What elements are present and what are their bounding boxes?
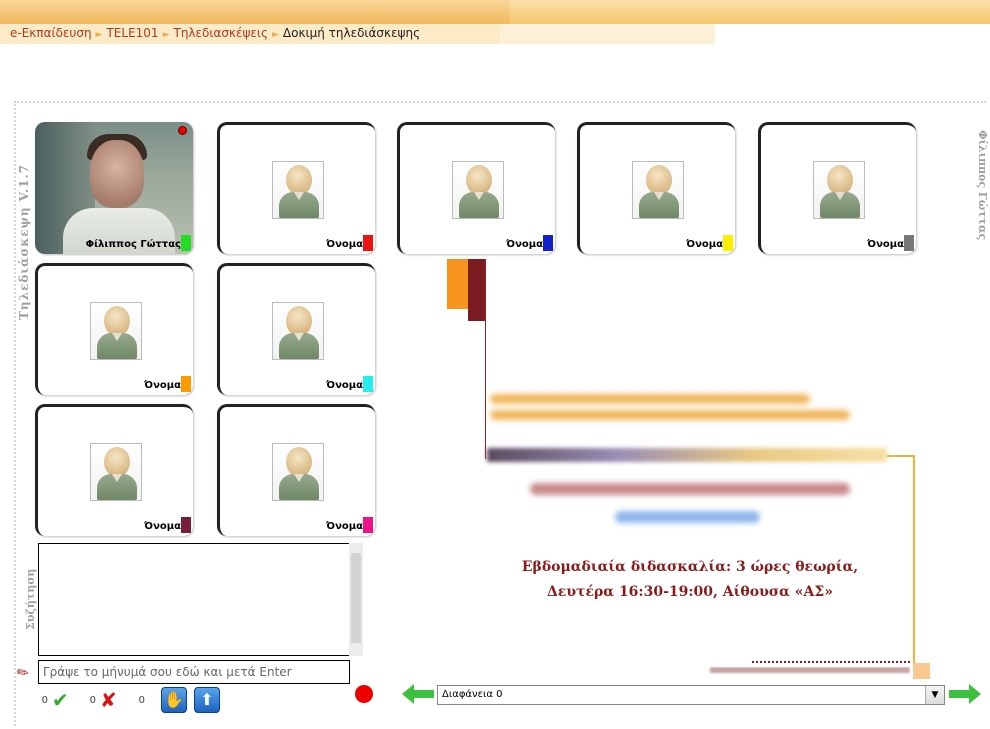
slide-frame-top xyxy=(887,455,914,457)
participant-name: Όνομα xyxy=(144,521,181,532)
slide-author-blurred xyxy=(530,483,850,495)
slide-text-line: Δευτέρα 16:30-19:00, Αίθουσα «ΑΣ» xyxy=(546,584,834,600)
slide-select[interactable]: Διαφάνεια 0 xyxy=(437,685,945,705)
avatar-placeholder-icon xyxy=(813,161,865,219)
next-slide-button[interactable] xyxy=(949,684,981,704)
avatar-placeholder-icon xyxy=(452,161,504,219)
slide-accent-dark xyxy=(468,259,486,321)
participant-name: Όνομα xyxy=(867,239,904,250)
slide-footer-rule xyxy=(752,661,910,665)
participant-name: Όνομα xyxy=(326,239,363,250)
conference-page: { "breadcrumb": { "items": ["e-Εκπαίδευσ… xyxy=(0,0,990,729)
avatar-placeholder-icon xyxy=(632,161,684,219)
participant-color-swatch xyxy=(181,517,191,533)
check-icon[interactable]: ✔ xyxy=(52,688,69,712)
arrow-left-icon xyxy=(402,684,414,704)
upload-button[interactable]: ⬆ xyxy=(194,687,220,713)
participant-color-swatch xyxy=(363,376,373,392)
participant-name: Όνομα xyxy=(326,521,363,532)
breadcrumb-bar-fade xyxy=(500,24,715,44)
avatar-placeholder-icon xyxy=(90,443,142,501)
slide-link-blurred xyxy=(615,511,760,523)
no-counter: 0 xyxy=(131,688,149,712)
slide-select-value: Διαφάνεια 0 xyxy=(442,689,503,700)
video-tile[interactable]: Όνομα xyxy=(577,122,735,254)
breadcrumb-current: Δοκιμή τηλεδιάσκεψης xyxy=(282,26,421,40)
slide-rule xyxy=(485,259,486,459)
avatar-placeholder-icon xyxy=(272,302,324,360)
participant-name: Όνομα xyxy=(506,239,543,250)
slide-title-blurred xyxy=(490,388,850,432)
participant-color-swatch xyxy=(723,235,733,251)
breadcrumb: e-Εκπαίδευση ► TELE101 ► Τηλεδιασκέψεις ► Δοκι… xyxy=(10,26,420,40)
app-title: Τηλεδιάσκεψη V.1.7 xyxy=(17,163,31,320)
video-tile[interactable]: Όνομα xyxy=(35,404,193,536)
participant-name: Φίλιππος Γώττας xyxy=(85,239,181,250)
video-tile[interactable]: Όνομα xyxy=(35,263,193,395)
avatar-placeholder-icon xyxy=(272,443,324,501)
breadcrumb-course[interactable]: TELE101 xyxy=(106,26,158,40)
avatar-placeholder-icon xyxy=(272,161,324,219)
hand-icon: ✋ xyxy=(164,690,184,709)
participant-color-swatch xyxy=(543,235,553,251)
chat-input[interactable] xyxy=(38,660,350,684)
video-tile[interactable]: Όνομα xyxy=(217,263,375,395)
slide-text-line: Εβδομαδιαία διδασκαλία: 3 ώρες θεωρία, xyxy=(521,559,859,575)
prev-slide-button[interactable] xyxy=(402,684,434,704)
yes-count: 0 xyxy=(89,694,96,706)
video-tile[interactable]: Όνομα xyxy=(397,122,555,254)
chevron-down-icon[interactable]: ▼ xyxy=(925,686,944,704)
breadcrumb-home[interactable]: e-Εκπαίδευση xyxy=(10,26,92,40)
participant-name: Όνομα xyxy=(326,380,363,391)
arrow-right-icon xyxy=(969,684,981,704)
video-tile-self[interactable]: Φίλιππος Γώττας xyxy=(35,122,193,254)
yes-counter: 0 ✘ xyxy=(82,688,117,712)
top-bar xyxy=(0,0,990,24)
slide-banner xyxy=(487,448,887,462)
cross-icon[interactable]: ✘ xyxy=(100,688,117,712)
participant-name: Όνομα xyxy=(686,239,723,250)
slide-corner xyxy=(913,663,930,679)
current-user-label: Φίλιππος Γώττας xyxy=(976,130,989,241)
video-tile[interactable]: Όνομα xyxy=(758,122,916,254)
raise-hand-button[interactable]: ✋ xyxy=(161,687,187,713)
chat-log[interactable] xyxy=(38,543,350,656)
upload-icon: ⬆ xyxy=(200,690,214,709)
breadcrumb-separator-icon: ► xyxy=(272,30,279,40)
video-tile[interactable]: Όνομα xyxy=(217,404,375,536)
participant-color-swatch xyxy=(181,235,191,251)
recording-icon xyxy=(178,126,187,135)
hands-counter: 0 ✔ xyxy=(34,688,69,712)
video-tile[interactable]: Όνομα xyxy=(217,122,375,254)
participant-name: Όνομα xyxy=(144,380,181,391)
breadcrumb-conferences[interactable]: Τηλεδιασκέψεις xyxy=(173,26,268,40)
breadcrumb-separator-icon: ► xyxy=(162,30,170,40)
slide-footer-blurred xyxy=(700,667,910,675)
avatar-placeholder-icon xyxy=(90,302,142,360)
frame-border-top xyxy=(14,101,986,107)
participant-color-swatch xyxy=(181,376,191,392)
hands-count: 0 xyxy=(41,694,48,706)
chat-scroll-thumb[interactable] xyxy=(351,553,361,643)
participant-color-swatch xyxy=(363,517,373,533)
slide-frame-right xyxy=(913,455,915,665)
breadcrumb-separator-icon: ► xyxy=(95,30,103,40)
participant-color-swatch xyxy=(904,235,914,251)
participant-color-swatch xyxy=(363,235,373,251)
record-button[interactable] xyxy=(355,685,373,703)
no-count: 0 xyxy=(138,694,145,706)
webcam-feed xyxy=(35,122,193,254)
